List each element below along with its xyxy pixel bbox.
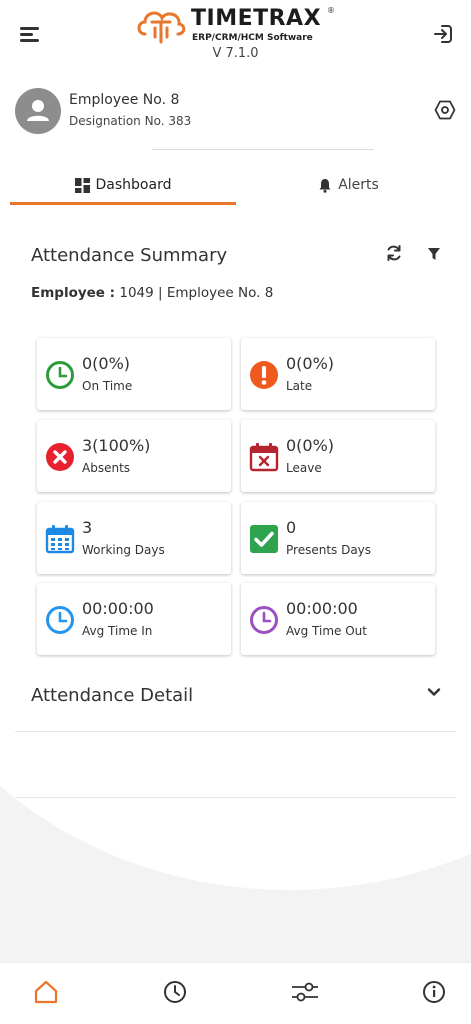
stat-value: 0(0%) [286,436,335,455]
tab-bar: Dashboard Alerts [10,166,461,206]
stat-value: 00:00:00 [82,599,154,618]
stat-label: Absents [82,461,131,475]
calendar-x-icon [249,443,279,472]
exclamation-icon [250,361,278,389]
timetrax-logo: TIMETRAX ® ERP/CRM/HCM Software [135,4,340,46]
clock-icon [250,606,278,634]
profile-divider [152,149,374,150]
active-tab-indicator [10,202,236,205]
stat-label: Working Days [82,543,165,557]
info-icon[interactable] [421,979,447,1005]
bottom-navigation [0,962,471,1024]
stat-label: Avg Time In [82,624,153,638]
logout-icon[interactable] [431,22,455,46]
logo-text: TIMETRAX [191,6,322,31]
stat-label: Leave [286,461,322,475]
tab-dashboard-label: Dashboard [95,177,172,193]
employee-designation: Designation No. 383 [69,114,192,128]
refresh-icon[interactable] [385,244,403,262]
stat-avg-time-in[interactable]: 00:00:00 Avg Time In [37,583,231,655]
profile-section: Employee No. 8 Designation No. 383 [15,88,456,138]
bell-icon [319,178,331,193]
stat-value: 0 [286,518,297,537]
user-icon [27,100,49,121]
logo-subtitle: ERP/CRM/HCM Software [192,33,313,43]
logo-registered-mark: ® [327,6,335,15]
sliders-icon[interactable] [291,979,318,1005]
app-header: TIMETRAX ® ERP/CRM/HCM Software V 7.1.0 [0,0,471,70]
stat-label: Avg Time Out [286,624,367,638]
summary-title: Attendance Summary [31,245,228,266]
stat-value: 3 [82,518,93,537]
tab-alerts[interactable]: Alerts [236,166,461,204]
stat-value: 0(0%) [82,354,131,373]
stat-leave[interactable]: 0(0%) Leave [241,420,435,492]
stat-avg-time-out[interactable]: 00:00:00 Avg Time Out [241,583,435,655]
stat-label: Presents Days [286,543,372,557]
stat-absents[interactable]: 3(100%) Absents [37,420,231,492]
dashboard-grid-icon [74,177,90,193]
tab-alerts-label: Alerts [338,177,379,193]
employee-info: Employee : 1049 | Employee No. 8 [31,285,273,301]
menu-icon[interactable] [20,24,42,44]
employee-info-label: Employee : [31,285,116,301]
employee-info-value: 1049 | Employee No. 8 [119,285,274,301]
avatar[interactable] [15,88,61,134]
clock-icon [46,606,74,634]
attendance-detail-title: Attendance Detail [31,685,194,706]
employee-name: Employee No. 8 [69,92,180,108]
stat-label: On Time [82,379,133,393]
chevron-down-icon[interactable] [426,684,442,700]
tab-dashboard[interactable]: Dashboard [10,166,236,204]
attendance-detail-panel[interactable]: Attendance Detail [15,668,456,732]
home-icon[interactable] [33,979,59,1005]
stat-label: Late [286,379,313,393]
stat-value: 00:00:00 [286,599,358,618]
app-version: V 7.1.0 [212,46,259,61]
stat-late[interactable]: 0(0%) Late [241,338,435,410]
cross-circle-icon [46,443,74,471]
stat-working-days[interactable]: 3 Working Days [37,502,231,574]
stat-on-time[interactable]: 0(0%) On Time [37,338,231,410]
stat-value: 3(100%) [82,436,151,455]
clock-icon [46,361,74,389]
settings-hexagon-icon[interactable] [434,99,456,121]
filter-icon[interactable] [427,246,441,260]
check-square-icon [250,525,278,553]
logo-cloud-icon [137,11,186,44]
stat-value: 0(0%) [286,354,335,373]
attendance-detail-content [15,740,456,798]
clock-icon[interactable] [162,979,188,1005]
calendar-grid-icon [45,525,75,554]
stat-presents-days[interactable]: 0 Presents Days [241,502,435,574]
